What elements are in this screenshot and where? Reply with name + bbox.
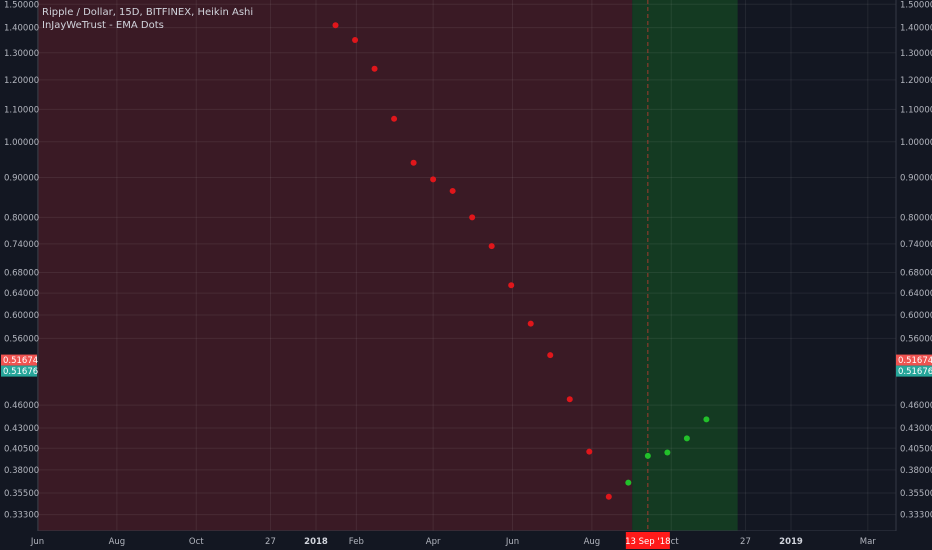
- time-tick: 2018: [304, 537, 328, 547]
- time-tick: Aug: [584, 537, 601, 547]
- left-price-tick: 0.43000: [4, 424, 39, 434]
- bearish-ema-dot: [391, 115, 398, 122]
- bearish-ema-dot: [566, 396, 573, 403]
- bearish-ema-dot: [508, 282, 515, 289]
- left-price-tick: 0.64000: [4, 289, 39, 299]
- crosshair-date-label: 13 Sep '18: [625, 537, 670, 547]
- bullish-ema-dot: [664, 449, 671, 456]
- right-price-tick: 0.90000: [900, 173, 932, 183]
- left-price-tick: 0.68000: [4, 269, 39, 279]
- left-price-tick: 0.40500: [4, 444, 39, 454]
- left-price-tick: 0.38000: [4, 466, 39, 476]
- right-price-tick: 1.40000: [900, 24, 932, 34]
- right-price-tick: 1.20000: [900, 76, 932, 86]
- bearish-ema-dot: [352, 36, 359, 43]
- left-price-tick: 0.35500: [4, 489, 39, 499]
- right-price-tick: 0.74000: [900, 240, 932, 250]
- right-price-tick: 0.40500: [900, 444, 932, 454]
- bullish-ema-dot: [625, 479, 632, 486]
- symbol-title[interactable]: Ripple / Dollar, 15D, BITFINEX, Heikin A…: [42, 6, 253, 19]
- time-tick: Mar: [860, 537, 877, 547]
- right-price-tick: 0.68000: [900, 269, 932, 279]
- right-price-tick: 0.60000: [900, 311, 932, 321]
- price-label-red-left: 0.51674: [3, 356, 38, 366]
- right-price-tick: 0.46000: [900, 401, 932, 411]
- left-price-tick: 1.50000: [4, 0, 39, 10]
- right-price-axis[interactable]: 1.50000 1.40000 1.30000 1.20000 1.10000 1.000…: [896, 0, 932, 521]
- indicator-title[interactable]: InJayWeTrust - EMA Dots: [42, 19, 253, 32]
- right-price-tick: 1.00000: [900, 138, 932, 148]
- bearish-ema-dot: [547, 352, 554, 359]
- bullish-ema-dot: [644, 452, 651, 459]
- bullish-ema-dot: [703, 416, 710, 423]
- right-price-tick: 0.56000: [900, 334, 932, 344]
- left-price-tick: 1.10000: [4, 105, 39, 115]
- price-label-red-right: 0.51674: [898, 356, 932, 366]
- time-tick: Jun: [30, 537, 44, 547]
- right-price-tick: 0.33300: [900, 511, 932, 521]
- time-tick: Oct: [189, 537, 204, 547]
- bullish-ema-dot: [683, 435, 690, 442]
- left-price-tick: 0.46000: [4, 401, 39, 411]
- left-price-tick: 0.60000: [4, 311, 39, 321]
- right-price-tick: 0.43000: [900, 424, 932, 434]
- left-price-tick: 0.74000: [4, 240, 39, 250]
- left-price-tick: 1.20000: [4, 76, 39, 86]
- right-price-tick: 0.38000: [900, 466, 932, 476]
- left-price-tick: 1.40000: [4, 24, 39, 34]
- time-tick: Feb: [349, 537, 364, 547]
- bearish-ema-dot: [449, 187, 456, 194]
- time-tick: 27: [740, 537, 751, 547]
- right-price-tick: 1.30000: [900, 49, 932, 59]
- bearish-ema-dot: [332, 22, 339, 29]
- right-price-tick: 0.80000: [900, 213, 932, 223]
- right-price-tick: 0.35500: [900, 489, 932, 499]
- left-price-tick: 0.33300: [4, 511, 39, 521]
- bearish-ema-dot: [410, 159, 417, 166]
- time-tick: Apr: [426, 537, 441, 547]
- price-label-teal-left: 0.51676: [3, 367, 38, 377]
- left-price-tick: 0.90000: [4, 173, 39, 183]
- bearish-ema-dot: [586, 448, 593, 455]
- chart-header: Ripple / Dollar, 15D, BITFINEX, Heikin A…: [42, 6, 253, 32]
- time-tick: 2019: [779, 537, 803, 547]
- time-tick: 27: [265, 537, 276, 547]
- bearish-ema-dot: [605, 493, 612, 500]
- left-price-tick: 1.30000: [4, 49, 39, 59]
- chart-canvas[interactable]: 1.50000 1.40000 1.30000 1.20000 1.10000 1.000…: [0, 0, 932, 550]
- right-price-tick: 0.64000: [900, 289, 932, 299]
- left-price-tick: 1.00000: [4, 138, 39, 148]
- bearish-ema-dot: [371, 65, 378, 72]
- bearish-ema-dot: [430, 176, 437, 183]
- left-price-tick: 0.80000: [4, 213, 39, 223]
- bearish-ema-dot: [488, 243, 495, 250]
- bearish-ema-dot: [469, 214, 476, 221]
- right-price-tick: 1.50000: [900, 0, 932, 10]
- left-price-axis[interactable]: 1.50000 1.40000 1.30000 1.20000 1.10000 1.000…: [1, 0, 39, 521]
- time-tick: Aug: [109, 537, 126, 547]
- right-price-tick: 1.10000: [900, 105, 932, 115]
- left-price-tick: 0.56000: [4, 334, 39, 344]
- time-tick: Jun: [505, 537, 519, 547]
- time-axis[interactable]: Jun Aug Oct 27 2018 Feb Apr Jun Aug Oct 27 2019 Mar1…: [0, 531, 932, 550]
- bearish-ema-dot: [527, 320, 534, 327]
- price-label-teal-right: 0.51676: [898, 367, 932, 377]
